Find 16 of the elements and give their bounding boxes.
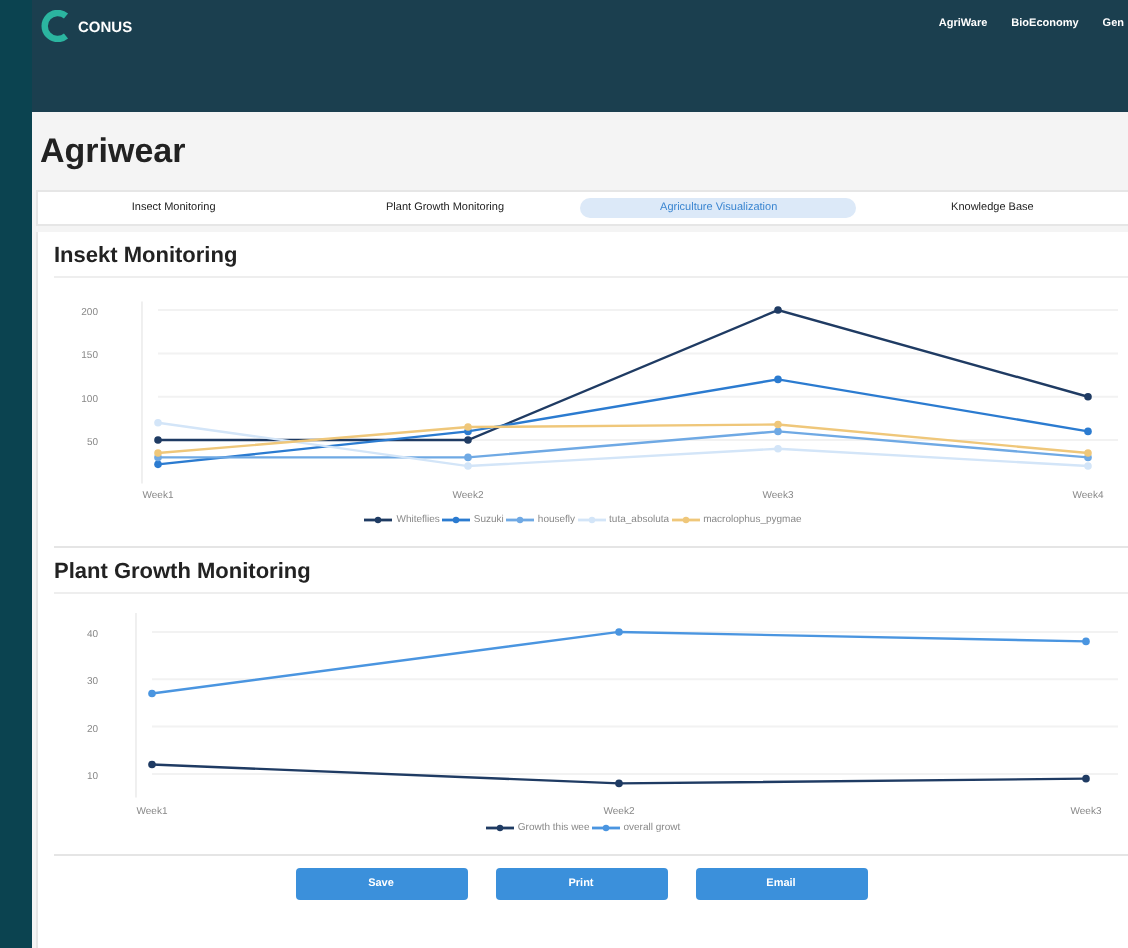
data-point bbox=[148, 689, 156, 698]
data-point bbox=[148, 760, 156, 769]
data-point bbox=[1084, 392, 1092, 401]
page-title: Agriwear bbox=[40, 132, 188, 172]
data-point bbox=[774, 375, 782, 384]
data-point bbox=[1082, 774, 1090, 783]
data-point bbox=[615, 779, 623, 788]
data-point bbox=[615, 628, 623, 636]
data-point bbox=[1082, 637, 1090, 646]
section-title: Plant Growth Monitoring bbox=[54, 560, 1128, 594]
data-point bbox=[154, 418, 162, 427]
data-point bbox=[154, 436, 162, 444]
section-title: Insekt Monitoring bbox=[54, 244, 1128, 278]
data-point bbox=[774, 306, 782, 314]
logo-icon bbox=[40, 10, 72, 42]
data-point bbox=[1084, 427, 1092, 436]
